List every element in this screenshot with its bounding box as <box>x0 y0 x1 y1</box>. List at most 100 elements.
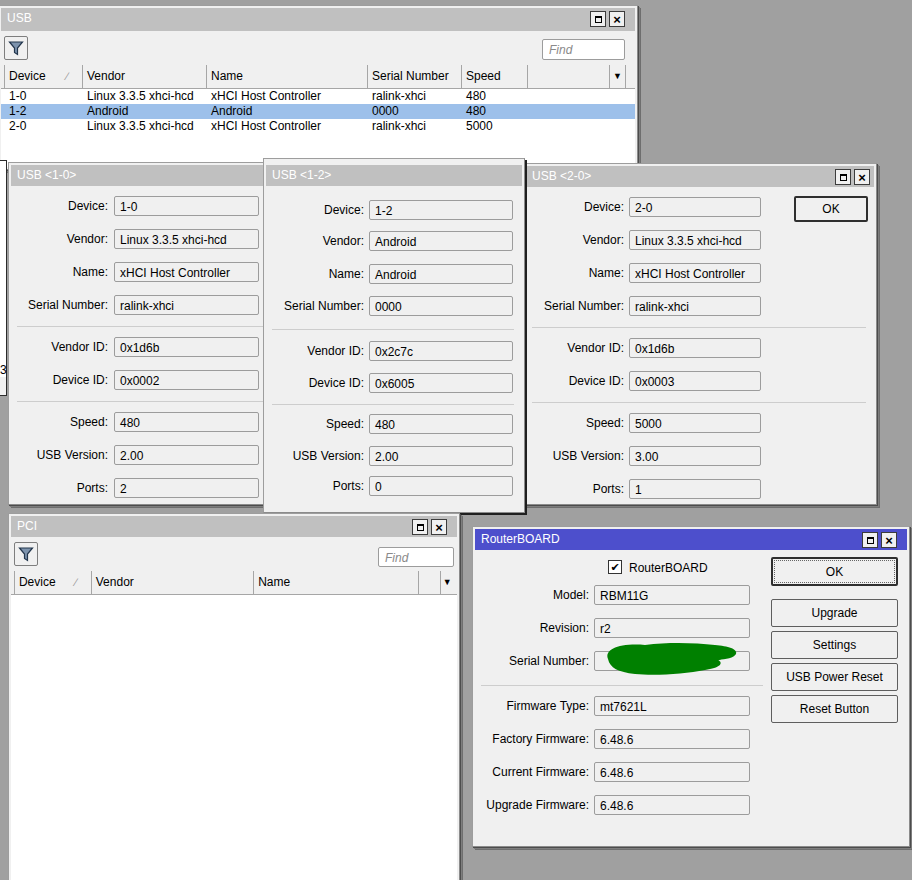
form-separator <box>532 327 866 328</box>
filter-button[interactable] <box>14 542 38 566</box>
column-header-serial[interactable]: Serial Number <box>368 65 462 88</box>
maximize-button[interactable] <box>835 169 851 185</box>
usb-1-0-name-field[interactable]: xHCI Host Controller <box>114 262 259 282</box>
form-separator <box>17 326 289 327</box>
usb-1-2-device-label: Device: <box>266 203 364 217</box>
usb-2-0-device-field[interactable]: 2-0 <box>629 197 761 217</box>
usb-1-2-device-field[interactable]: 1-2 <box>369 200 513 220</box>
usb-1-0-device-id-field[interactable]: 0x0002 <box>114 370 259 390</box>
usb-2-0-ports-field[interactable]: 1 <box>629 479 761 499</box>
close-button[interactable]: × <box>881 532 897 548</box>
usb-2-0-usb-version-label: USB Version: <box>526 449 624 463</box>
header-filler <box>626 65 635 88</box>
usb-2-0-vendor-label: Vendor: <box>526 233 624 247</box>
maximize-button[interactable] <box>862 532 878 548</box>
column-header-name[interactable]: Name <box>254 571 418 594</box>
reset-button-button[interactable]: Reset Button <box>771 695 898 723</box>
close-button[interactable]: × <box>431 519 447 535</box>
usb-window: USB × Find Device∕ Vendor Name Serial Nu… <box>0 5 638 170</box>
routerboard-revision-label: Revision: <box>475 621 589 635</box>
usb-1-2-titlebar[interactable]: USB <1-2> <box>266 165 522 186</box>
usb-table-row[interactable]: 1-0Linux 3.3.5 xhci-hcdxHCI Host Control… <box>1 89 635 104</box>
usb-table: Device∕ Vendor Name Serial Number Speed … <box>1 65 635 167</box>
maximize-button[interactable] <box>590 11 606 27</box>
routerboard-serial-number-label: Serial Number: <box>475 654 589 668</box>
usb-1-0-serial-number-field[interactable]: ralink-xhci <box>114 295 259 315</box>
usb-2-0-ports-label: Ports: <box>526 482 624 496</box>
column-menu-button[interactable]: ▼ <box>441 571 453 594</box>
maximize-button[interactable] <box>412 519 428 535</box>
usb-2-0-vendor-id-field[interactable]: 0x1d6b <box>629 338 761 358</box>
column-header-device[interactable]: Device∕ <box>15 571 92 594</box>
column-menu-button[interactable]: ▼ <box>610 65 626 88</box>
routerboard-firmware-type-field[interactable]: mt7621L <box>594 696 750 716</box>
usb-1-2-vendor-label: Vendor: <box>266 234 364 248</box>
usb-window-titlebar[interactable]: USB × <box>1 8 635 31</box>
usb-find-input[interactable]: Find <box>542 39 625 60</box>
usb-1-0-usb-version-field[interactable]: 2.00 <box>114 445 259 465</box>
usb-1-2-serial-number-field[interactable]: 0000 <box>369 296 513 316</box>
column-header-name[interactable]: Name <box>207 65 368 88</box>
usb-1-0-speed-field[interactable]: 480 <box>114 412 259 432</box>
routerboard-titlebar[interactable]: RouterBOARD × <box>475 529 907 550</box>
column-header-blank <box>528 65 610 88</box>
pci-find-input[interactable]: Find <box>378 547 454 567</box>
sort-ascending-icon: ∕ <box>66 65 68 87</box>
pci-table-header: Device∕ Vendor Name ▼ <box>11 571 457 595</box>
ok-button[interactable]: OK <box>794 196 868 222</box>
usb-table-row[interactable]: 2-0Linux 3.3.5 xhci-hcdxHCI Host Control… <box>1 119 635 134</box>
funnel-icon <box>18 547 34 562</box>
column-header-vendor[interactable]: Vendor <box>83 65 207 88</box>
ok-button[interactable]: OK <box>771 557 898 586</box>
usb-2-0-speed-label: Speed: <box>526 416 624 430</box>
usb-1-2-ports-field[interactable]: 0 <box>369 476 513 496</box>
usb-table-row[interactable]: 1-2AndroidAndroid0000480 <box>1 104 635 119</box>
usb-1-0-vendor-field[interactable]: Linux 3.3.5 xhci-hcd <box>114 229 259 249</box>
usb-2-0-serial-number-field[interactable]: ralink-xhci <box>629 296 761 316</box>
usb-1-2-speed-field[interactable]: 480 <box>369 414 513 434</box>
filter-button[interactable] <box>4 36 28 60</box>
maximize-icon <box>595 16 602 23</box>
usb-1-0-ports-field[interactable]: 2 <box>114 478 259 498</box>
column-header-device[interactable]: Device∕ <box>5 65 83 88</box>
close-button[interactable]: × <box>854 169 870 185</box>
routerboard-model-field[interactable]: RBM11G <box>594 585 750 605</box>
pci-titlebar[interactable]: PCI × <box>11 516 457 537</box>
usb-2-0-title: USB <2-0> <box>532 169 591 183</box>
routerboard-revision-field[interactable]: r2 <box>594 618 750 638</box>
form-separator <box>17 401 289 402</box>
cell-speed: 480 <box>462 89 528 104</box>
usb-1-2-vendor-field[interactable]: Android <box>369 231 513 251</box>
routerboard-checkbox[interactable]: ✔ <box>608 560 622 574</box>
usb-1-2-device-id-field[interactable]: 0x6005 <box>369 373 513 393</box>
usb-1-2-vendor-id-field[interactable]: 0x2c7c <box>369 341 513 361</box>
routerboard-current-firmware-field[interactable]: 6.48.6 <box>594 762 750 782</box>
usb-1-2-serial-number-label: Serial Number: <box>266 299 364 313</box>
usb-2-0-usb-version-field[interactable]: 3.00 <box>629 446 761 466</box>
usb-1-0-vendor-id-field[interactable]: 0x1d6b <box>114 337 259 357</box>
usb-1-0-vendor-label: Vendor: <box>11 232 108 246</box>
cell-name: Android <box>207 104 368 119</box>
column-header-vendor[interactable]: Vendor <box>92 571 254 594</box>
pci-table: Device∕ Vendor Name ▼ <box>11 571 457 880</box>
settings-button[interactable]: Settings <box>771 631 898 659</box>
usb-2-0-device-id-field[interactable]: 0x0003 <box>629 371 761 391</box>
close-button[interactable]: × <box>609 11 625 27</box>
upgrade-button[interactable]: Upgrade <box>771 599 898 627</box>
usb-2-0-speed-field[interactable]: 5000 <box>629 413 761 433</box>
usb-1-2-usb-version-label: USB Version: <box>266 449 364 463</box>
usb-power-reset-button[interactable]: USB Power Reset <box>771 663 898 691</box>
routerboard-upgrade-firmware-field[interactable]: 6.48.6 <box>594 795 750 815</box>
usb-2-0-vendor-field[interactable]: Linux 3.3.5 xhci-hcd <box>629 230 761 250</box>
cell-pad <box>610 104 626 119</box>
usb-1-0-titlebar[interactable]: USB <1-0> <box>11 165 297 186</box>
usb-2-0-titlebar[interactable]: USB <2-0> × <box>526 166 874 187</box>
usb-1-0-speed-label: Speed: <box>11 415 108 429</box>
usb-1-2-usb-version-field[interactable]: 2.00 <box>369 446 513 466</box>
usb-1-0-device-field[interactable]: 1-0 <box>114 196 259 216</box>
column-header-speed[interactable]: Speed <box>462 65 528 88</box>
routerboard-factory-firmware-field[interactable]: 6.48.6 <box>594 729 750 749</box>
usb-1-2-title: USB <1-2> <box>272 168 331 182</box>
usb-2-0-name-field[interactable]: xHCI Host Controller <box>629 263 761 283</box>
usb-1-2-name-field[interactable]: Android <box>369 264 513 284</box>
